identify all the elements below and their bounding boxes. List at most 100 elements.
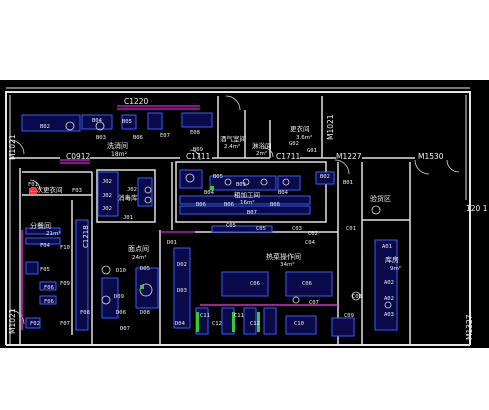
room-rough-area: 16m² [240,199,255,206]
tag-c03: C03 [292,226,302,232]
room-pastry-name: 面点间 [128,245,149,253]
tag-f05: F05 [40,267,50,273]
tag-c06a: C06 [250,281,260,287]
room-wash-area: 18m² [111,151,127,158]
tag-c09: C09 [344,313,354,319]
opening-c1711b: C1711 [276,152,301,161]
room-inspection-name: 验货区 [370,194,391,203]
tag-f10: F10 [60,245,70,251]
tag-g02: G02 [289,141,299,147]
tag-j02a: J02 [102,179,112,185]
tag-j01: J01 [123,215,133,221]
opening-m1227: M1227 [336,152,362,161]
tag-d02: D02 [177,262,187,268]
tag-b05b: B05 [213,174,223,180]
tag-d09: D09 [114,294,124,300]
tag-c12a: C12 [212,321,222,327]
tag-c05a: C05 [226,223,236,229]
opening-c1218: C1218 [82,225,90,248]
tag-b07: B07 [247,210,257,216]
opening-c0912: C0912 [66,152,91,161]
tag-d05: D05 [140,266,150,272]
tag-c04: C04 [305,240,316,246]
tag-d04: D04 [175,321,186,327]
tag-d06: D06 [116,310,126,316]
tag-b01: B01 [343,180,353,186]
tag-f03: F03 [72,188,82,194]
tag-f07: F07 [60,321,70,327]
tag-b04c: B04 [278,190,289,196]
tag-c12b: C12 [250,321,260,327]
tag-c02: C02 [308,231,318,237]
tag-c08: C08 [352,294,362,300]
tag-a02a: A02 [384,280,394,286]
opening-m1327: M1327 [465,314,474,340]
tag-b06b: B06 [196,202,206,208]
tag-d07: D07 [120,326,130,332]
tag-f04: F04 [40,243,51,249]
tag-d08: D08 [140,310,150,316]
tag-c07: C07 [309,300,319,306]
room-storeroom-name: 库房 [385,255,399,264]
room-serving-name: 分餐间 [30,221,51,230]
opening-c1220: C1220 [124,97,149,106]
tag-c01: C01 [346,226,356,232]
room-wine-name: 酒气室间 [220,134,246,143]
tag-e07: E07 [160,133,170,139]
opening-m1530: M1530 [418,152,444,161]
tag-b03b: B03 [236,182,246,188]
tag-c11a: C11 [200,313,210,319]
cad-viewport: C1220 C0912 C1711 C1711 M1227 M1530 120 … [0,0,489,410]
tag-f09: F09 [60,281,70,287]
tag-j02d: J02 [102,206,112,212]
opening-m1021-left-bottom: M1021 [8,308,17,334]
room-shower-name: 淋浴间 [252,141,272,150]
room-dressing-area: 3.6m² [296,134,312,141]
tag-d10: D10 [116,268,126,274]
room-storeroom-area: 9m² [390,265,401,272]
tag-f08: F08 [80,310,90,316]
tag-b06: B06 [133,135,143,141]
room-rough-name: 粗加工间 [234,190,260,199]
opening-m1021-left-top: M1021 [8,134,17,160]
tag-d01: D01 [167,240,177,246]
tag-c10: C10 [294,321,304,327]
room-sterilize-name: 消毒库 [118,193,138,202]
room-wine-area: 2.4m² [224,143,240,150]
room-serving-area: 21m² [46,230,61,237]
tag-b08: B08 [270,202,280,208]
tag-a01: A01 [382,244,392,250]
tag-c06b: C06 [302,281,312,287]
tag-b09: B09 [193,147,203,153]
room-dressing-name: 更衣间 [290,124,310,133]
tag-b05: B05 [122,119,132,125]
tag-f06a: F06 [44,285,54,291]
room-pastry-area: 24m² [132,254,147,261]
tag-b04b: B04 [204,190,215,196]
tag-b02b: B02 [320,174,330,180]
tag-g01: G01 [307,148,317,154]
tag-b03: B03 [96,135,106,141]
tag-c05b: C05 [256,226,266,232]
floor-plan-drawing: C1220 C0912 C1711 C1711 M1227 M1530 120 … [0,0,489,410]
tag-b02: B02 [40,124,50,130]
room-hot-kitchen-area: 34m² [280,261,295,268]
tag-f01: F01 [28,182,38,188]
tag-j02c: J02 [102,193,112,199]
room-hot-kitchen-name: 热菜操作间 [266,252,301,261]
tag-d03: D03 [177,288,187,294]
opening-m1021-top: M1021 [326,114,335,140]
tag-b06c: B06 [224,202,234,208]
room-shower-area: 2m² [256,150,267,157]
tag-f06b: F06 [44,299,54,305]
tag-a02b: A02 [384,296,394,302]
opening-side-1201: 120 1 [466,204,488,213]
room-wash-name: 洗消间 [107,141,128,150]
tag-f02: F02 [30,321,40,327]
tag-b04: B04 [92,118,103,124]
tag-e08: E08 [190,130,200,136]
tag-j02b: J02 [127,187,137,193]
tag-c11b: C11 [234,313,244,319]
tag-a03: A03 [384,312,394,318]
opening-c1711a: C1711 [186,152,211,161]
